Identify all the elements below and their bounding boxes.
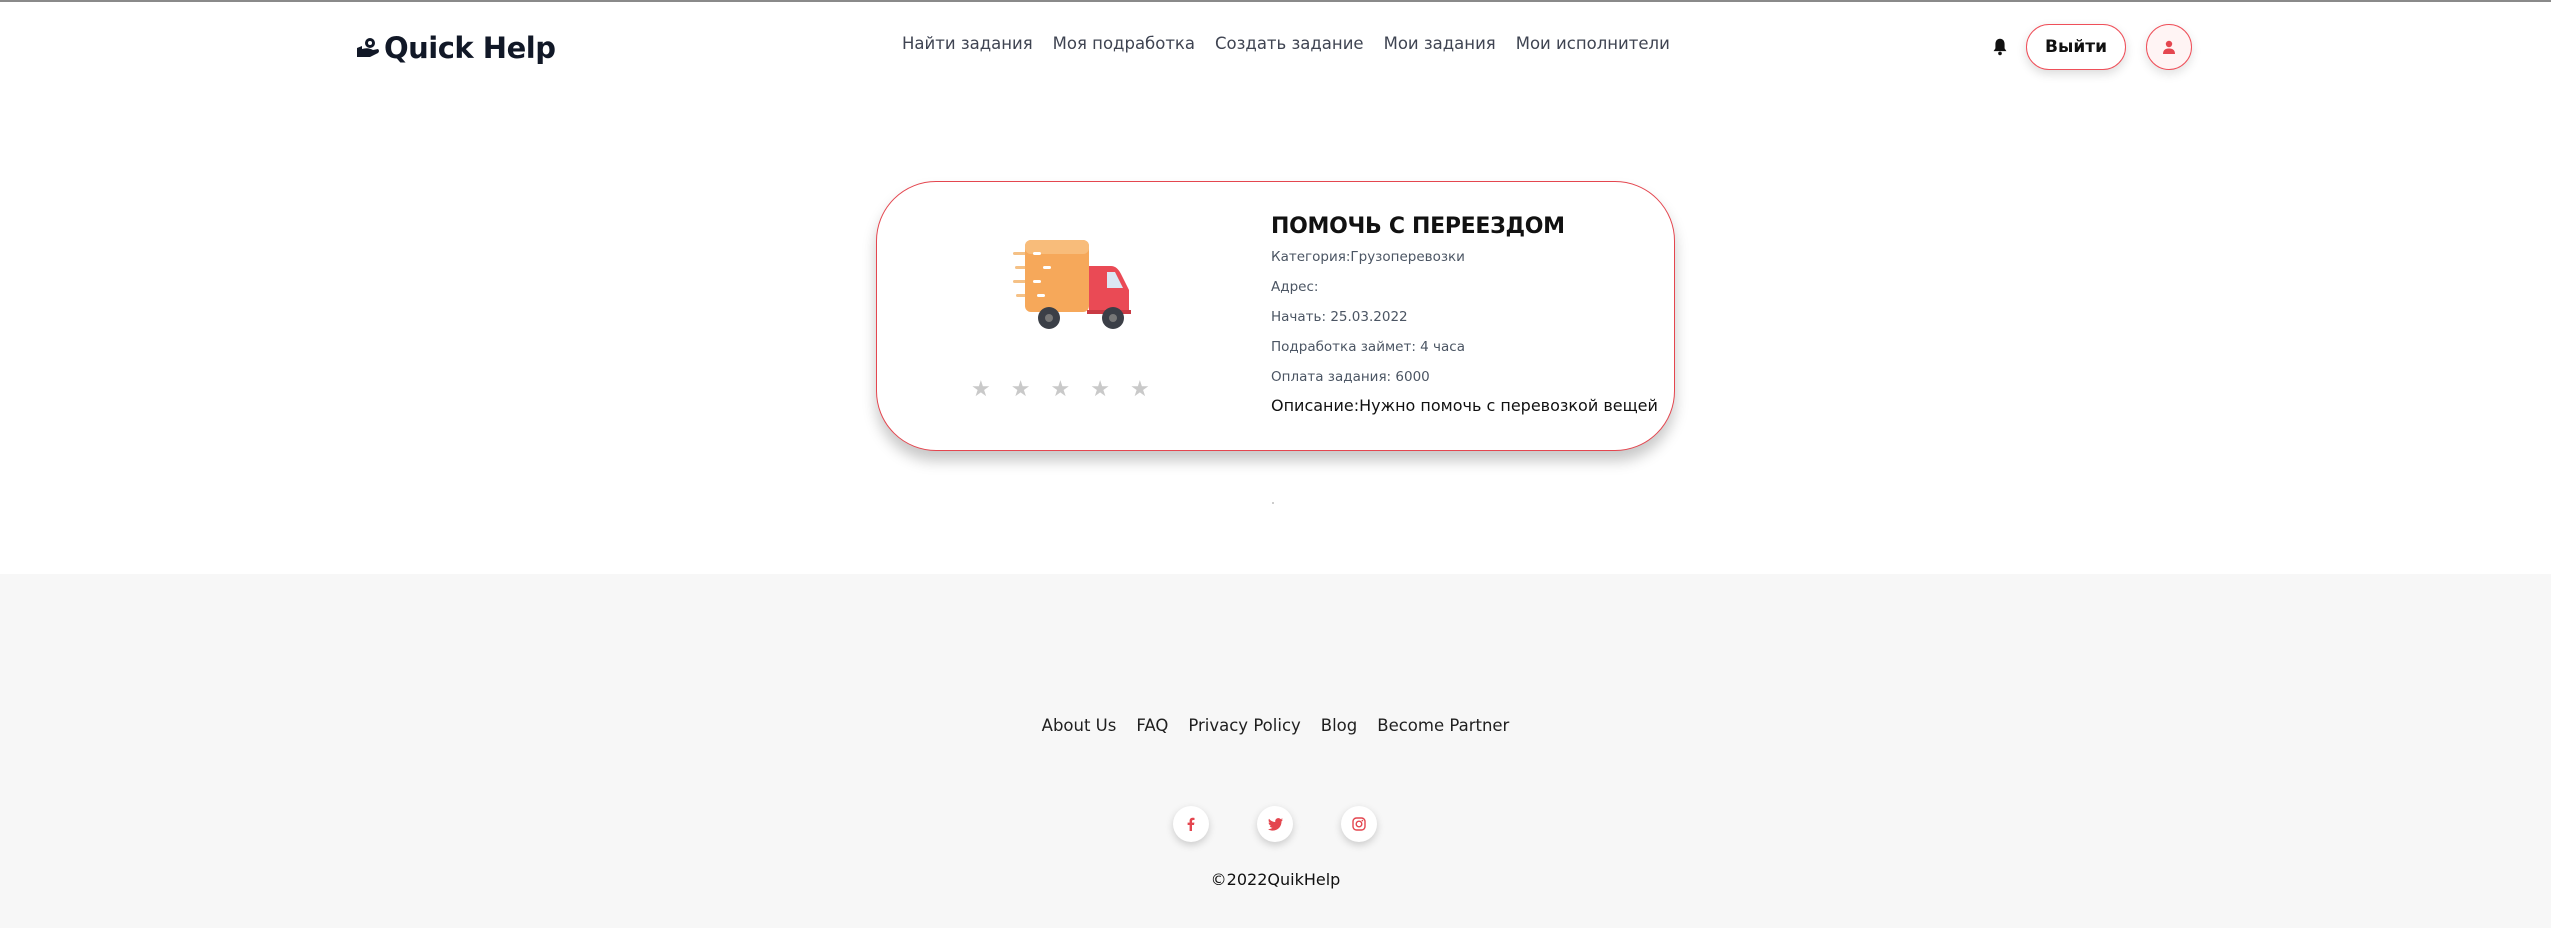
footer-link-partner[interactable]: Become Partner	[1377, 716, 1509, 735]
instagram-button[interactable]	[1341, 806, 1377, 842]
footer: About Us FAQ Privacy Policy Blog Become …	[0, 574, 2551, 928]
task-payment: Оплата задания: 6000	[1271, 369, 1430, 385]
twitter-button[interactable]	[1257, 806, 1293, 842]
twitter-icon	[1267, 817, 1283, 831]
task-category: Категория:Грузоперевозки	[1271, 249, 1465, 265]
rating-stars: ★ ★ ★ ★ ★	[971, 378, 1150, 400]
nav-create-task[interactable]: Создать задание	[1215, 34, 1364, 53]
footer-link-faq[interactable]: FAQ	[1136, 716, 1168, 735]
task-duration: Подработка займет: 4 часа	[1271, 339, 1465, 355]
task-title: ПОМОЧЬ С ПЕРЕЕЗДОМ	[1271, 214, 1565, 239]
footer-link-blog[interactable]: Blog	[1321, 716, 1357, 735]
star-icon[interactable]: ★	[1050, 378, 1070, 400]
social-links	[1173, 806, 1377, 842]
footer-link-privacy[interactable]: Privacy Policy	[1188, 716, 1300, 735]
task-address: Адрес:	[1271, 279, 1319, 295]
header: Quick Help Найти задания Моя подработка …	[0, 2, 2551, 90]
logo-icon	[357, 38, 379, 57]
star-icon[interactable]: ★	[1090, 378, 1110, 400]
star-icon[interactable]: ★	[971, 378, 991, 400]
instagram-icon	[1352, 817, 1366, 831]
logout-button[interactable]: Выйти	[2026, 24, 2126, 70]
nav-find-tasks[interactable]: Найти задания	[902, 34, 1033, 53]
main-nav: Найти задания Моя подработка Создать зад…	[902, 34, 1670, 53]
copyright: ©2022QuikHelp	[1210, 870, 1341, 889]
logo-text: Quick Help	[384, 31, 556, 65]
facebook-button[interactable]	[1173, 806, 1209, 842]
task-start-date: Начать: 25.03.2022	[1271, 309, 1408, 325]
separator-dot	[1272, 502, 1274, 504]
footer-links: About Us FAQ Privacy Policy Blog Become …	[0, 716, 2551, 735]
star-icon[interactable]: ★	[1011, 378, 1031, 400]
facebook-icon	[1187, 817, 1195, 831]
delivery-truck-icon	[1013, 240, 1131, 329]
bell-icon[interactable]	[1989, 36, 2011, 58]
logo[interactable]: Quick Help	[356, 28, 556, 68]
star-icon[interactable]: ★	[1130, 378, 1150, 400]
task-description: Описание:Нужно помочь с перевозкой вещей	[1271, 396, 1658, 415]
task-info: ПОМОЧЬ С ПЕРЕЕЗДОМ Категория:Грузоперево…	[1271, 214, 1661, 415]
nav-my-gigs[interactable]: Моя подработка	[1053, 34, 1195, 53]
nav-my-tasks[interactable]: Мои задания	[1384, 34, 1496, 53]
profile-button[interactable]	[2146, 24, 2192, 70]
task-card[interactable]: ★ ★ ★ ★ ★ ПОМОЧЬ С ПЕРЕЕЗДОМ Категория:Г…	[876, 181, 1675, 451]
footer-link-about[interactable]: About Us	[1042, 716, 1117, 735]
user-icon	[2163, 40, 2175, 54]
nav-my-performers[interactable]: Мои исполнители	[1516, 34, 1670, 53]
